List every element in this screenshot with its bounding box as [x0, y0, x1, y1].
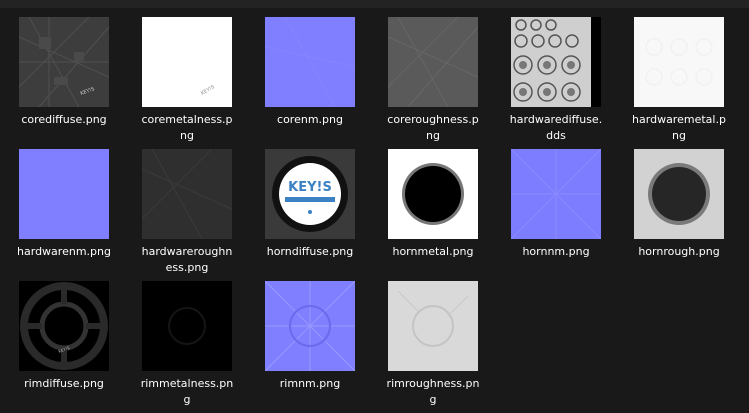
thumbnail-rimdiffuse: KEY!S [19, 281, 109, 371]
file-tile[interactable]: KEY!S corediffuse.png [0, 8, 122, 140]
thumbnail-rimnm [265, 281, 355, 371]
file-name-label: hornrough.png [638, 245, 720, 258]
file-name-label: corediffuse.png [21, 113, 107, 126]
file-tile[interactable]: hardwarenm.png [0, 140, 122, 272]
file-tile[interactable]: hornnm.png [492, 140, 614, 272]
thumbnail-hardwareroughness [142, 149, 232, 239]
file-tile[interactable]: rimmetalness.pn g [123, 272, 245, 406]
file-tile[interactable]: rimroughness.pn g [369, 272, 491, 406]
file-name-label: rimnm.png [279, 377, 341, 390]
file-tile[interactable]: hardwarediffuse. dds [492, 8, 614, 142]
thumbnail-hornmetal [388, 149, 478, 239]
file-tile[interactable]: hardwaremetal.p ng [615, 8, 737, 142]
file-tile[interactable]: hornmetal.png [369, 140, 491, 272]
file-name-label: hardwarenm.png [17, 245, 111, 258]
file-name-label: rimroughness.pn g [386, 377, 480, 406]
file-tile[interactable]: hardwareroughn ess.png [123, 140, 245, 274]
thumbnail-hornnm [511, 149, 601, 239]
file-tile[interactable]: KEY!S coremetalness.p ng [123, 8, 245, 142]
thumbnail-hardwarediffuse [511, 17, 601, 107]
file-tile[interactable]: KEY!S rimdiffuse.png [0, 272, 122, 404]
file-name-label: hornnm.png [522, 245, 590, 258]
file-name-label: horndiffuse.png [266, 245, 354, 258]
thumbnail-coreroughness [388, 17, 478, 107]
file-name-label: rimmetalness.pn g [140, 377, 234, 406]
thumbnail-hardwaremetal [634, 17, 724, 107]
file-tile[interactable]: hornrough.png [615, 140, 737, 272]
thumbnail-coremetalness: KEY!S [142, 17, 232, 107]
thumbnail-corenm [265, 17, 355, 107]
horn-logo-text: KEY!S [288, 180, 332, 195]
file-name-label: hornmetal.png [392, 245, 474, 258]
file-tile[interactable]: KEY!S horndiffuse.png [246, 140, 368, 272]
file-name-label: rimdiffuse.png [24, 377, 104, 390]
thumbnail-rimroughness [388, 281, 478, 371]
file-name-label: corenm.png [277, 113, 343, 126]
file-tile[interactable]: rimnm.png [246, 272, 368, 404]
file-tile[interactable]: corenm.png [246, 8, 368, 140]
thumbnail-rimmetalness [142, 281, 232, 371]
thumbnail-horndiffuse: KEY!S [265, 149, 355, 239]
thumbnail-hornrough [634, 149, 724, 239]
thumbnail-corediffuse: KEY!S [19, 17, 109, 107]
file-grid: KEY!S corediffuse.png KEY!S coremetalnes… [0, 0, 749, 413]
thumbnail-hardwarenm [19, 149, 109, 239]
file-tile[interactable]: coreroughness.p ng [369, 8, 491, 142]
